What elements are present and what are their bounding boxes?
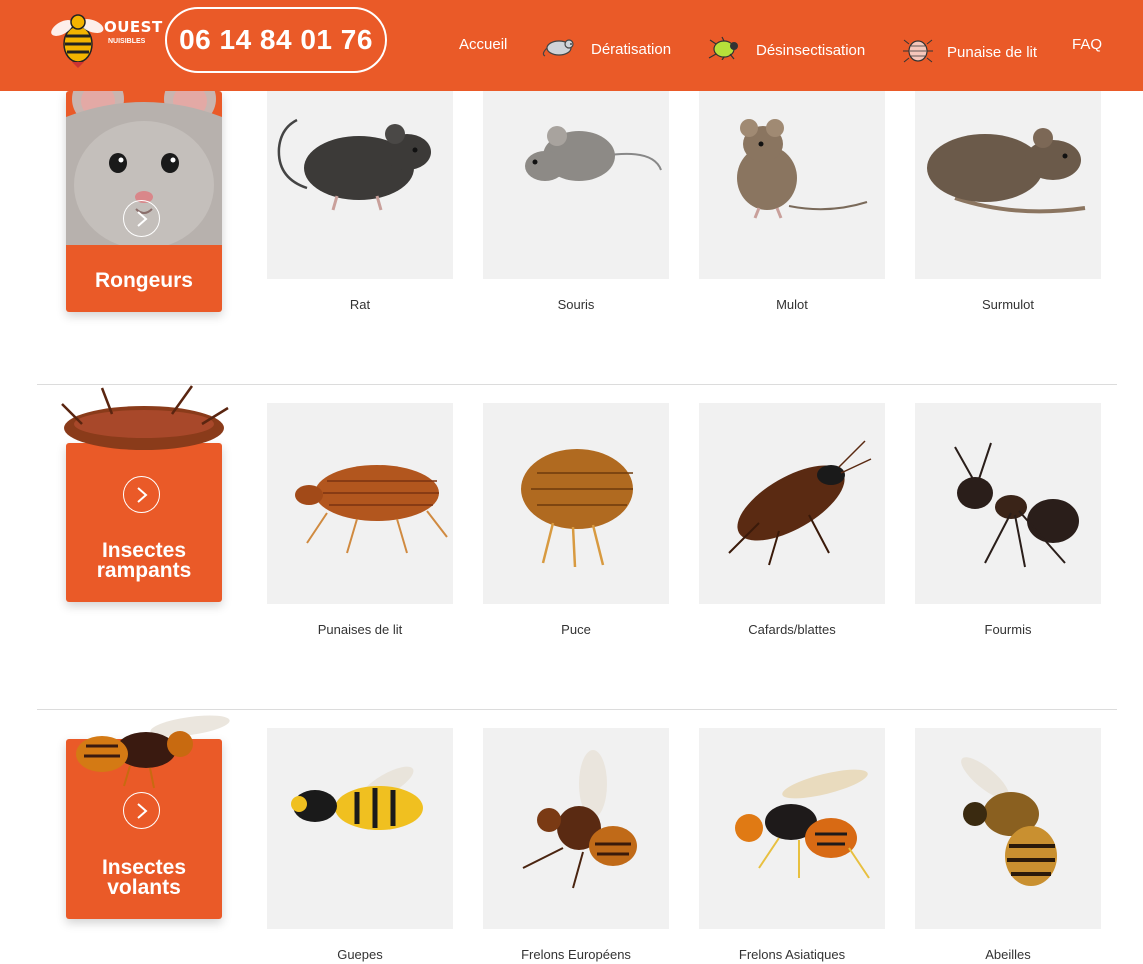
- tile-label-surmulot[interactable]: Surmulot: [915, 297, 1101, 312]
- tile-label-frelons-asiatiques[interactable]: Frelons Asiatiques: [699, 947, 885, 962]
- tile-label-abeilles[interactable]: Abeilles: [915, 947, 1101, 962]
- tile-label-punaises-de-lit[interactable]: Punaises de lit: [267, 622, 453, 637]
- bug-icon: [706, 36, 742, 64]
- tile-souris[interactable]: [483, 78, 669, 279]
- field-mouse-image: [737, 119, 868, 219]
- tile-rat[interactable]: [267, 78, 453, 279]
- category-title-line1: Insectes: [101, 856, 187, 879]
- category-title-line1: Insectes: [101, 539, 187, 562]
- chevron-right-icon[interactable]: [123, 476, 160, 513]
- hornet-category-image: [76, 715, 230, 789]
- nav-faq[interactable]: FAQ: [1072, 36, 1102, 53]
- nav-label: FAQ: [1072, 36, 1103, 53]
- category-card-insectes-rampants[interactable]: Insectes rampants: [66, 443, 222, 602]
- logo-text: OUEST: [104, 18, 163, 36]
- tile-abeilles[interactable]: [915, 728, 1101, 929]
- wasp-image: [291, 766, 423, 830]
- tile-fourmis[interactable]: [915, 403, 1101, 604]
- nav-label: Punaise de lit: [947, 43, 1038, 61]
- phone-number-button[interactable]: 06 14 84 01 76: [165, 7, 387, 73]
- chevron-right-icon[interactable]: [123, 792, 160, 829]
- bedbug-icon: [903, 36, 933, 68]
- tile-label-puce[interactable]: Puce: [483, 622, 669, 637]
- wasp-logo-icon: [51, 14, 104, 68]
- tile-label-frelons-europeens[interactable]: Frelons Européens: [483, 947, 669, 962]
- logo[interactable]: OUEST NUISIBLES: [48, 6, 162, 68]
- tile-punaises-de-lit[interactable]: [267, 403, 453, 604]
- tile-mulot[interactable]: [699, 78, 885, 279]
- category-card-rongeurs[interactable]: Rongeurs: [66, 77, 222, 312]
- tile-label-cafards[interactable]: Cafards/blattes: [699, 622, 885, 637]
- cockroach-image: [728, 440, 872, 566]
- nav-label: Dératisation: [591, 40, 672, 58]
- ant-image: [954, 442, 1079, 568]
- asian-hornet-image: [735, 769, 870, 879]
- nav-desinsectisation[interactable]: Désinsectisation: [706, 36, 865, 64]
- tile-label-mulot[interactable]: Mulot: [699, 297, 885, 312]
- mouse-image: [525, 126, 662, 181]
- bee-image: [961, 757, 1057, 886]
- tile-frelons-asiatiques[interactable]: [699, 728, 885, 929]
- tile-label-guepes[interactable]: Guepes: [267, 947, 453, 962]
- nav-punaise-de-lit[interactable]: Punaise de lit: [903, 36, 1037, 68]
- brown-rat-image: [927, 128, 1086, 214]
- tile-cafards[interactable]: [699, 403, 885, 604]
- nav-label: Accueil: [459, 36, 508, 53]
- rat-image: [277, 118, 431, 211]
- site-header: OUEST NUISIBLES 06 14 84 01 76 Accueil D…: [0, 0, 1143, 91]
- european-hornet-image: [522, 750, 637, 889]
- tile-label-rat[interactable]: Rat: [267, 297, 453, 312]
- category-title-line2: volants: [107, 876, 181, 899]
- chevron-right-icon[interactable]: [123, 200, 160, 237]
- tile-label-souris[interactable]: Souris: [483, 297, 669, 312]
- nav-label: Désinsectisation: [756, 41, 866, 59]
- nav-accueil[interactable]: Accueil: [459, 36, 507, 53]
- category-title: Rongeurs: [94, 269, 193, 292]
- bedbug-image: [295, 465, 448, 554]
- nav-deratisation[interactable]: Dératisation: [541, 36, 671, 62]
- category-title-line2: rampants: [96, 559, 192, 582]
- tile-label-fourmis[interactable]: Fourmis: [915, 622, 1101, 637]
- rat-icon: [541, 36, 577, 62]
- cockroach-category-image: [61, 385, 229, 450]
- tile-surmulot[interactable]: [915, 78, 1101, 279]
- tile-puce[interactable]: [483, 403, 669, 604]
- tile-guepes[interactable]: [267, 728, 453, 929]
- flea-image: [521, 449, 633, 568]
- logo-subtext: NUISIBLES: [108, 38, 146, 45]
- tile-frelons-europeens[interactable]: [483, 728, 669, 929]
